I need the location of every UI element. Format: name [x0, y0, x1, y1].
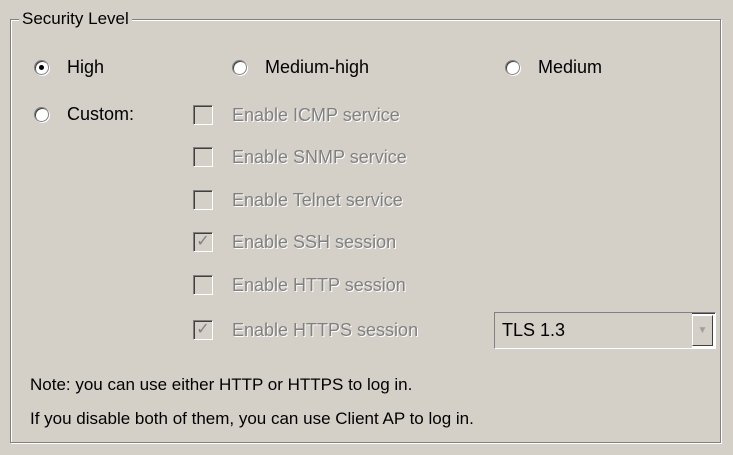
checkbox-https-label: Enable HTTPS session	[232, 319, 419, 340]
radio-high[interactable]: High	[34, 54, 104, 80]
radio-medium[interactable]: Medium	[505, 54, 602, 80]
tls-version-value: TLS 1.3	[495, 313, 692, 348]
checkbox-http-box[interactable]	[193, 275, 213, 295]
note-line-1: Note: you can use either HTTP or HTTPS t…	[30, 375, 413, 394]
check-mark-icon: ✓	[196, 233, 210, 250]
checkbox-https[interactable]: ✓ Enable HTTPS session	[193, 316, 418, 344]
checkbox-icmp[interactable]: Enable ICMP service	[193, 101, 400, 129]
checkbox-ssh-box[interactable]: ✓	[193, 232, 213, 252]
checkbox-snmp[interactable]: Enable SNMP service	[193, 143, 407, 171]
checkbox-icmp-label: Enable ICMP service	[232, 104, 400, 125]
tls-version-select[interactable]: TLS 1.3 ▼	[494, 312, 716, 349]
checkbox-ssh[interactable]: ✓ Enable SSH session	[193, 228, 396, 256]
radio-medium-high-indicator[interactable]	[232, 59, 247, 75]
checkbox-snmp-label: Enable SNMP service	[232, 146, 407, 167]
radio-medium-indicator[interactable]	[505, 59, 520, 75]
radio-custom[interactable]: Custom:	[34, 101, 134, 127]
radio-custom-indicator[interactable]	[34, 106, 49, 122]
dropdown-arrow-icon[interactable]: ▼	[692, 315, 713, 346]
radio-medium-high[interactable]: Medium-high	[232, 54, 369, 80]
checkbox-snmp-box[interactable]	[193, 147, 213, 167]
checkbox-https-box[interactable]: ✓	[193, 320, 213, 340]
note-line-2: If you disable both of them, you can use…	[30, 409, 474, 428]
checkbox-telnet[interactable]: Enable Telnet service	[193, 186, 403, 214]
radio-high-label: High	[67, 56, 105, 77]
checkbox-http[interactable]: Enable HTTP session	[193, 271, 406, 299]
radio-medium-high-label: Medium-high	[265, 56, 370, 77]
group-title: Security Level	[19, 8, 132, 30]
checkbox-ssh-label: Enable SSH session	[232, 231, 397, 252]
radio-custom-label: Custom:	[67, 103, 135, 124]
check-mark-icon: ✓	[196, 321, 210, 338]
checkbox-icmp-box[interactable]	[193, 105, 213, 125]
radio-medium-label: Medium	[538, 56, 603, 77]
checkbox-telnet-box[interactable]	[193, 190, 213, 210]
checkbox-http-label: Enable HTTP session	[232, 274, 406, 295]
checkbox-telnet-label: Enable Telnet service	[232, 189, 403, 210]
radio-high-indicator[interactable]	[34, 59, 49, 75]
